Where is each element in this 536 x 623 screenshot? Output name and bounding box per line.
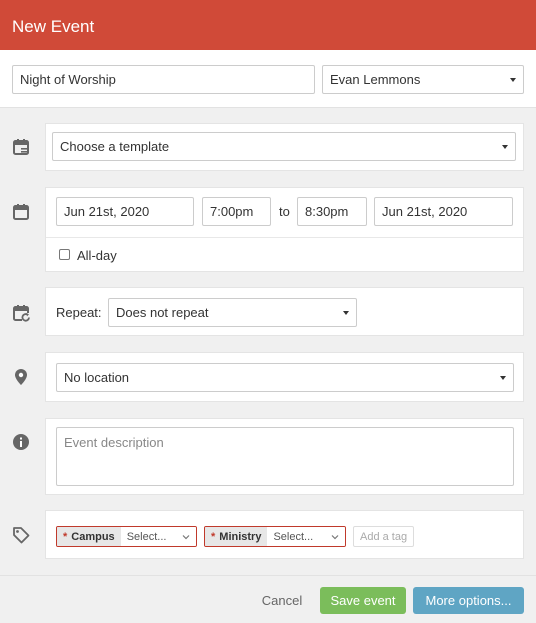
dropdown-caret-icon [500,375,506,380]
location-panel: No location [45,352,524,402]
start-time-input[interactable]: 7:00pm [202,197,271,226]
tag-icon [12,526,30,544]
cancel-button[interactable]: Cancel [252,587,312,614]
dialog-title: New Event [12,17,95,36]
info-icon [12,433,30,451]
repeat-label: Repeat: [56,305,102,320]
event-name-input[interactable]: Night of Worship [12,65,315,94]
calendar-icon [12,203,30,221]
template-select[interactable]: Choose a template [52,132,516,161]
all-day-label: All-day [77,248,117,263]
location-pin-icon [12,368,30,386]
tag-name: Ministry [219,530,262,543]
tag-select-value: Select... [126,530,167,543]
ministry-tag-picker[interactable]: * Ministry Select... [204,526,346,547]
required-mark: * [211,530,216,543]
calendar-template-icon [12,138,30,156]
tags-panel: * Campus Select... * Ministry Select... Ad… [45,510,524,559]
save-event-button[interactable]: Save event [320,587,406,614]
dropdown-caret-icon [502,144,508,149]
calendar-repeat-icon [12,304,30,322]
ministry-tag-select[interactable]: Select... [267,527,345,546]
campus-tag-label: * Campus [57,527,121,546]
tag-name: Campus [71,530,115,543]
start-date-input[interactable]: Jun 21st, 2020 [56,197,194,226]
dialog-header: New Event [0,0,536,50]
repeat-panel: Repeat: Does not repeat [45,287,524,336]
description-panel: Event description [45,418,524,495]
tag-select-value: Select... [273,530,314,543]
divider [46,237,523,238]
owner-select[interactable]: Evan Lemmons [322,65,524,94]
to-label: to [279,204,290,219]
end-time-input[interactable]: 8:30pm [297,197,367,226]
chevron-down-icon [176,534,190,540]
location-select[interactable]: No location [56,363,514,392]
dialog-footer: Cancel Save event More options... [0,575,536,623]
chevron-down-icon [325,534,339,540]
dropdown-caret-icon [510,77,516,82]
campus-tag-select[interactable]: Select... [120,527,196,546]
add-tag-input[interactable]: Add a tag [353,526,415,547]
dropdown-caret-icon [343,310,349,315]
all-day-checkbox[interactable] [59,249,70,260]
repeat-select[interactable]: Does not repeat [108,298,357,327]
more-options-button[interactable]: More options... [413,587,524,614]
event-name-bar: Night of Worship Evan Lemmons [0,50,536,108]
required-mark: * [63,530,68,543]
campus-tag-picker[interactable]: * Campus Select... [56,526,197,547]
description-textarea[interactable]: Event description [56,427,514,486]
ministry-tag-label: * Ministry [205,527,268,546]
end-date-input[interactable]: Jun 21st, 2020 [374,197,513,226]
datetime-panel: Jun 21st, 2020 7:00pm to 8:30pm Jun 21st… [45,187,524,272]
template-panel: Choose a template [45,123,524,171]
